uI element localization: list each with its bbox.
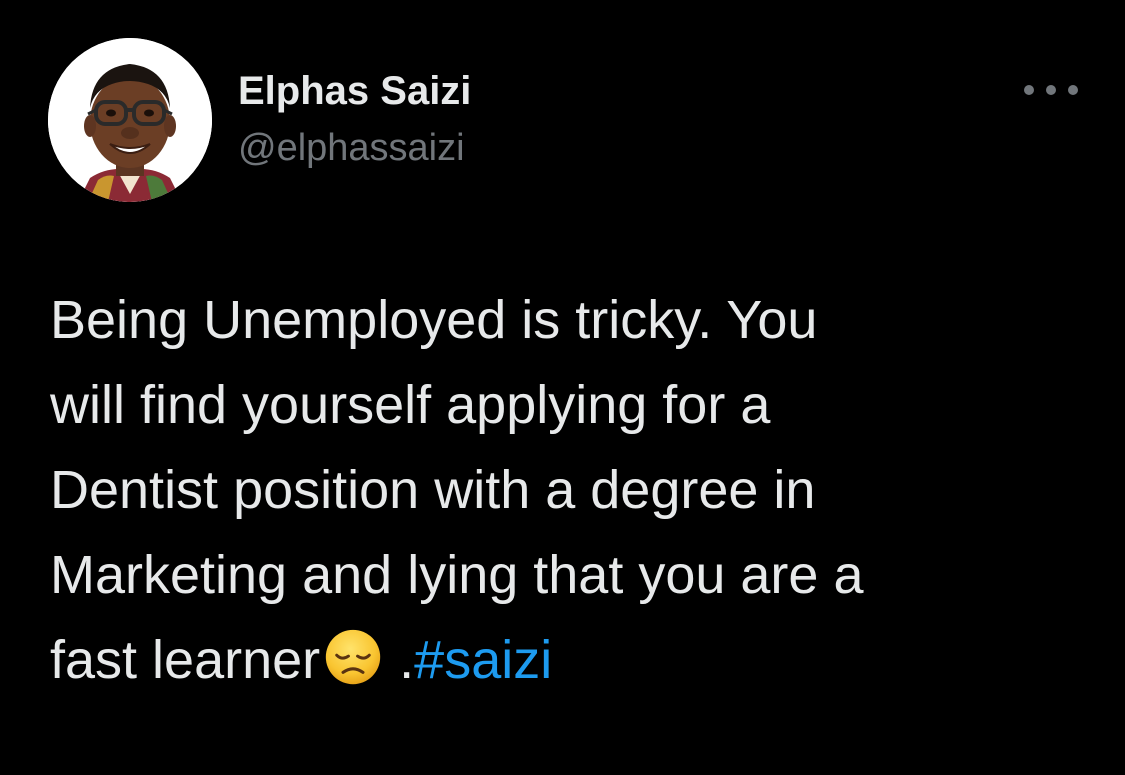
- author-info: Elphas Saizi @elphassaizi: [238, 68, 471, 170]
- tweet-line: will find yourself applying for a: [50, 375, 771, 435]
- more-horizontal-icon-dot: [1046, 85, 1056, 95]
- tweet-text: Being Unemployed is tricky. You will fin…: [50, 278, 1090, 703]
- avatar[interactable]: [48, 38, 212, 202]
- more-horizontal-icon-dot: [1068, 85, 1078, 95]
- profile-photo: [48, 38, 212, 202]
- user-handle[interactable]: @elphassaizi: [238, 126, 471, 170]
- tweet-after-emoji-text: .: [384, 630, 415, 690]
- more-options-button[interactable]: [1024, 78, 1078, 102]
- tweet-header: Elphas Saizi @elphassaizi: [48, 38, 1078, 204]
- hashtag-link[interactable]: #saizi: [414, 630, 552, 690]
- tweet-line-last: fast learner .#saizi: [50, 618, 1090, 703]
- tweet-line: Dentist position with a degree in: [50, 460, 816, 520]
- display-name[interactable]: Elphas Saizi: [238, 68, 471, 114]
- tweet-last-line-text: fast learner: [50, 630, 321, 690]
- more-horizontal-icon: [1024, 85, 1034, 95]
- tweet-line: Being Unemployed is tricky. You: [50, 290, 818, 350]
- disappointed-face-emoji: [325, 629, 381, 685]
- tweet-line: Marketing and lying that you are a: [50, 545, 864, 605]
